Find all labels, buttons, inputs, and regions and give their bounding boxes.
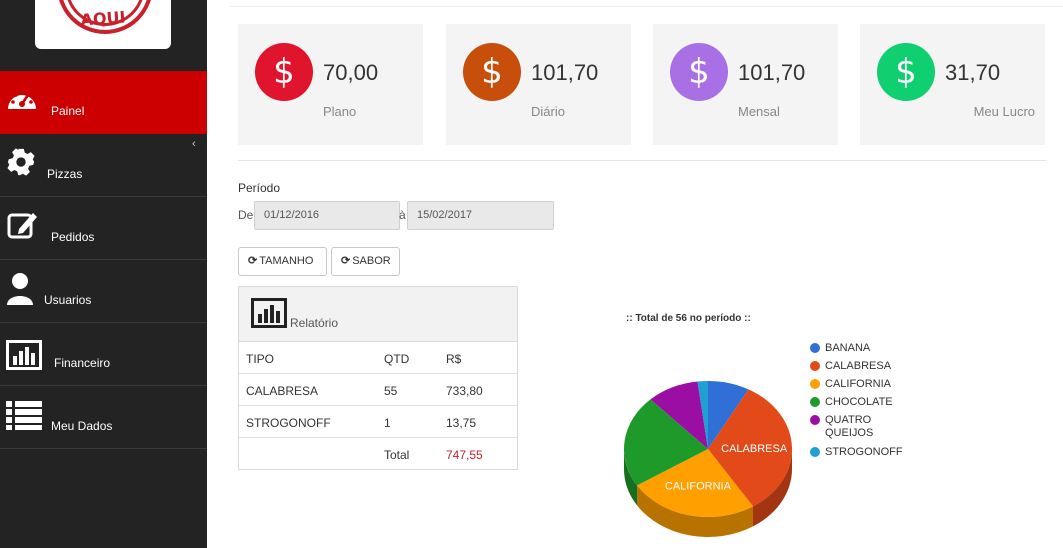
chart-title: :: Total de 56 no período :: [626, 313, 751, 324]
dollar-icon: $ [877, 43, 935, 101]
legend-swatch [810, 343, 820, 353]
legend-label: BANANA [825, 342, 871, 354]
pie-slice-label: CALABRESA [721, 443, 788, 455]
bar-chart-icon [6, 340, 42, 370]
table-total-row: Total 747,55 [239, 438, 517, 470]
stat-card-meu-lucro: $ 31,70 Meu Lucro [860, 24, 1045, 145]
periodo-title: Período [238, 181, 281, 195]
sidebar-item-label: Meu Dados [51, 419, 113, 433]
sidebar-item-label: Pedidos [51, 230, 95, 244]
cell-tipo: STROGONOFF [246, 416, 331, 430]
dollar-icon: $ [255, 43, 313, 101]
report-header: Relatório [239, 287, 517, 342]
cell-tipo: CALABRESA [246, 384, 319, 398]
stat-label: Mensal [738, 104, 780, 119]
table-row: STROGONOFF 1 13,75 [239, 406, 517, 438]
stat-value: 31,70 [945, 60, 1001, 85]
cell-qtd: 1 [384, 416, 391, 430]
column-header: TIPO [246, 352, 275, 366]
legend-label: QUATRO QUEIJOS [825, 414, 874, 439]
gear-icon [7, 148, 35, 176]
legend-swatch [810, 447, 820, 457]
start-date-input[interactable]: 01/12/2016 [254, 201, 400, 230]
column-header: QTD [384, 352, 410, 366]
dollar-icon: $ [670, 43, 728, 101]
refresh-icon: ⟳ [341, 255, 351, 267]
total-value: 747,55 [446, 448, 483, 462]
refresh-icon: ⟳ [248, 255, 258, 267]
legend-swatch [810, 397, 820, 407]
stat-label: Meu Lucro [973, 104, 1035, 119]
stat-value: 101,70 [738, 60, 806, 85]
legend-label: CALIFORNIA [825, 378, 892, 390]
pie-chart: CALABRESA CALIFORNIA [624, 381, 792, 537]
user-icon [7, 273, 33, 305]
list-icon [6, 401, 42, 430]
stat-card-plano: $ 70,00 Plano [238, 24, 423, 145]
dashboard-icon [8, 90, 36, 109]
sidebar-item-label: Usuarios [44, 293, 92, 307]
pie-slice-label: CALIFORNIA [665, 480, 732, 492]
sidebar-item-meu-dados[interactable]: Meu Dados [0, 386, 207, 449]
chevron-left-icon[interactable]: ‹ [192, 138, 196, 150]
legend-swatch [810, 361, 820, 371]
sidebar-item-painel[interactable]: Painel [0, 71, 207, 134]
stat-card-diario: $ 101,70 Diário [446, 24, 631, 145]
a-label: à [399, 208, 406, 222]
cell-valor: 13,75 [446, 416, 477, 430]
legend-swatch [810, 415, 820, 425]
top-divider [230, 6, 1063, 7]
legend-label: CHOCOLATE [825, 396, 893, 408]
brand-logo[interactable]: AQUI [35, 0, 171, 49]
end-date-input[interactable]: 15/02/2017 [407, 201, 554, 230]
sidebar: AQUI Painel Pizzas ‹ Pedidos Usuarios Fi… [0, 0, 207, 548]
legend-label: STROGONOFF [825, 446, 903, 458]
stat-label: Plano [323, 104, 357, 119]
sidebar-item-label: Pizzas [47, 167, 83, 181]
section-divider [238, 160, 1046, 161]
sidebar-item-label: Financeiro [54, 356, 111, 370]
cell-qtd: 55 [384, 384, 398, 398]
stat-value: 101,70 [531, 60, 599, 85]
total-label: Total [384, 448, 410, 462]
sidebar-item-pedidos[interactable]: Pedidos [0, 197, 207, 260]
column-header: R$ [446, 352, 462, 366]
cell-valor: 733,80 [446, 384, 483, 398]
bar-chart-icon [251, 298, 287, 328]
sabor-button[interactable]: ⟳ SABOR [331, 247, 400, 276]
sidebar-item-pizzas[interactable]: Pizzas ‹ [0, 134, 207, 197]
report-panel: Relatório TIPO QTD R$ CALABRESA 55 733,8… [238, 286, 518, 470]
button-label: TAMANHO [259, 255, 314, 267]
de-label: De [238, 208, 254, 222]
table-header-row: TIPO QTD R$ [239, 342, 517, 374]
stat-card-mensal: $ 101,70 Mensal [653, 24, 838, 145]
tamanho-button[interactable]: ⟳ TAMANHO [238, 247, 327, 276]
sidebar-item-label: Painel [51, 104, 85, 118]
dollar-icon: $ [463, 43, 521, 101]
stat-label: Diário [531, 104, 565, 119]
legend-swatch [810, 379, 820, 389]
legend-label: CALABRESA [825, 360, 892, 372]
sidebar-item-usuarios[interactable]: Usuarios [0, 260, 207, 323]
table-row: CALABRESA 55 733,80 [239, 374, 517, 406]
report-title: Relatório [290, 316, 339, 330]
button-label: SABOR [352, 255, 391, 267]
sidebar-item-financeiro[interactable]: Financeiro [0, 323, 207, 386]
edit-icon [7, 213, 37, 239]
stat-value: 70,00 [323, 60, 379, 85]
